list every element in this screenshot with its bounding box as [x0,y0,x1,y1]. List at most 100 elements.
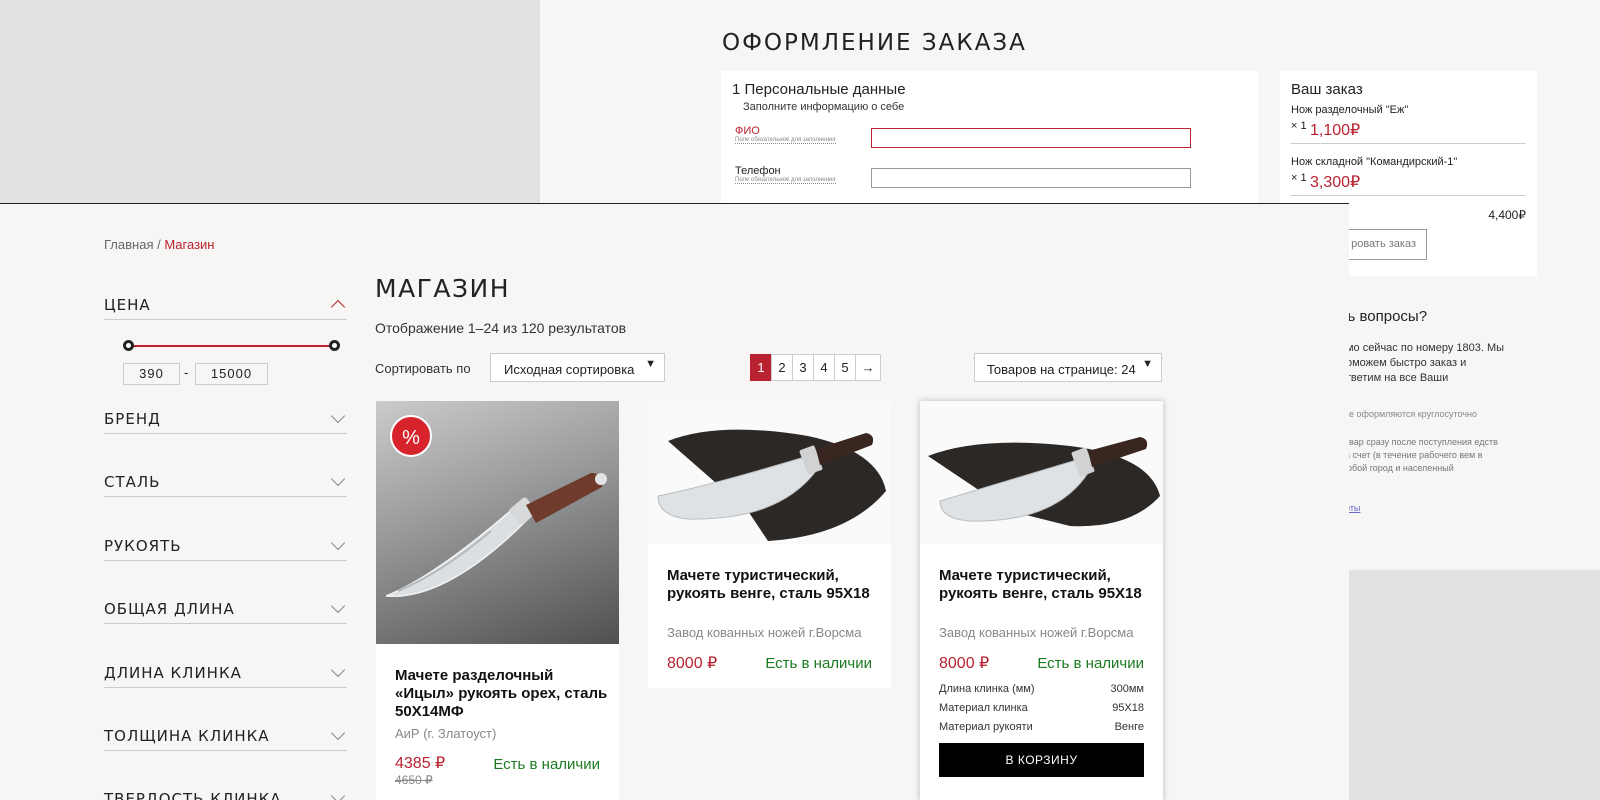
filter-label: ТВЕРДОСТЬ КЛИНКА [104,790,282,800]
per-page-select[interactable]: Товаров на странице: 24 ▼ [974,353,1162,382]
checkout-title: ОФОРМЛЕНИЕ ЗАКАЗА [722,30,1027,56]
price-min-input[interactable]: 390 [123,363,180,385]
filter-blade-hardness[interactable]: ТВЕРДОСТЬ КЛИНКА [104,784,347,800]
order-item-price: 3,300₽ [1310,174,1361,191]
filter-label: РУКОЯТЬ [104,537,182,555]
filter-label: ЦЕНА [104,296,151,314]
product-attribute: Длина клинка (мм) 300мм [939,683,1144,695]
product-attribute: Материал клинка 95Х18 [939,702,1144,714]
chevron-down-icon [330,598,346,614]
price-slider-min-handle[interactable] [123,340,134,351]
filter-label: ОБЩАЯ ДЛИНА [104,600,235,618]
filter-handle[interactable]: РУКОЯТЬ [104,531,347,561]
step-subtitle: Заполните информацию о себе [743,101,905,113]
page-button-4[interactable]: 4 [813,354,835,381]
price-max-input[interactable]: 15000 [195,363,268,385]
product-name[interactable]: Мачете разделочный «Ицыл» рукоять орех, … [395,667,610,721]
stock-status: Есть в наличии [493,756,600,773]
order-item-name: Нож разделочный "Еж" [1291,104,1409,116]
filter-price[interactable]: ЦЕНА [104,290,347,320]
questions-note: йте оформляются круглосуточно [1340,409,1478,419]
add-to-cart-button[interactable]: В КОРЗИНУ [939,743,1144,777]
pagination: 1 2 3 4 5 → [750,354,881,381]
order-item: Нож складной "Командирский-1" × 1 3,300₽ [1291,156,1526,196]
chevron-up-icon [330,299,346,315]
order-item-qty: × 1 [1291,172,1307,184]
filter-brand[interactable]: БРЕНД [104,404,347,434]
breadcrumb-separator: / [153,237,165,252]
chevron-down-icon [330,662,346,678]
breadcrumb: Главная / Магазин [104,237,214,252]
product-old-price: 4650 ₽ [395,773,433,787]
order-item-price: 1,100₽ [1310,122,1361,139]
machete-image [657,429,886,541]
chevron-down-icon [330,725,346,741]
attribute-value: 300мм [1110,683,1144,695]
page-button-3[interactable]: 3 [792,354,814,381]
attribute-label: Длина клинка (мм) [939,683,1035,695]
product-card[interactable]: % Мачете разделочный «Ицыл» рукоять орех… [376,401,619,800]
product-price: 8000 ₽ [939,655,990,672]
attribute-label: Материал рукояти [939,721,1033,733]
product-image[interactable] [648,401,891,544]
step-title: 1 Персональные данные [732,81,906,98]
product-name[interactable]: Мачете туристический, рукоять венге, ста… [939,567,1154,603]
product-image[interactable]: % [376,401,619,644]
questions-text: ямо сейчас по номеру 1803. Мы поможем бы… [1340,342,1505,384]
fio-field[interactable] [871,128,1191,148]
machete-image [928,437,1160,527]
filter-blade-thickness[interactable]: ТОЛЩИНА КЛИНКА [104,721,347,751]
product-card[interactable]: Мачете туристический, рукоять венге, ста… [648,401,891,688]
product-brand: АиР (г. Златоуст) [395,726,497,741]
fio-label: ФИО [735,125,760,137]
page-button-2[interactable]: 2 [771,354,793,381]
order-item-qty: × 1 [1291,120,1307,132]
filter-total-length[interactable]: ОБЩАЯ ДЛИНА [104,594,347,624]
order-title: Ваш заказ [1291,81,1363,98]
chevron-down-icon [330,788,346,800]
attribute-value: 95Х18 [1112,702,1144,714]
phone-label: Телефон [735,165,781,177]
sort-select-value: Исходная сортировка [504,362,635,377]
filter-label: ДЛИНА КЛИНКА [104,664,242,682]
order-item: Нож разделочный "Еж" × 1 1,100₽ [1291,104,1526,144]
questions-title: сь вопросы? [1340,308,1428,325]
breadcrumb-current: Магазин [164,237,215,252]
breadcrumb-home[interactable]: Главная [104,237,153,252]
price-slider-track[interactable] [127,345,335,347]
dropdown-arrow-icon: ▼ [645,358,656,370]
questions-delivery-text: товар сразу после поступления едств на с… [1340,437,1498,473]
dropdown-arrow-icon: ▼ [1142,358,1153,370]
stock-status: Есть в наличии [765,655,872,672]
page-button-1[interactable]: 1 [750,354,772,381]
attribute-label: Материал клинка [939,702,1028,714]
filter-steel[interactable]: СТАЛЬ [104,467,347,497]
filter-label: ТОЛЩИНА КЛИНКА [104,727,270,745]
per-page-value: Товаров на странице: 24 [987,362,1136,377]
order-total: 4,400₽ [1488,208,1526,222]
page-button-5[interactable]: 5 [834,354,856,381]
product-name[interactable]: Мачете туристический, рукоять венге, ста… [667,567,882,603]
phone-hint: Поле обязательное для заполнения [735,177,836,184]
stock-status: Есть в наличии [1037,655,1144,672]
attribute-value: Венге [1114,721,1144,733]
questions-block: сь вопросы? ямо сейчас по номеру 1803. М… [1340,308,1520,513]
phone-field[interactable] [871,168,1191,188]
product-card[interactable]: Мачете туристический, рукоять венге, ста… [920,401,1163,800]
fio-hint: Поле обязательное для заполнения [735,137,836,144]
chevron-down-icon [330,408,346,424]
sort-select[interactable]: Исходная сортировка ▼ [490,353,665,382]
personal-data-section: 1 Персональные данные Заполните информац… [721,71,1258,211]
filter-blade-length[interactable]: ДЛИНА КЛИНКА [104,658,347,688]
product-image[interactable] [920,401,1163,544]
chevron-down-icon [330,535,346,551]
sale-badge: % [390,415,432,457]
next-page-arrow-icon[interactable]: → [855,354,881,381]
product-price: 8000 ₽ [667,655,718,672]
filter-label: БРЕНД [104,410,161,428]
result-count: Отображение 1–24 из 120 результатов [375,320,627,336]
price-range-dash: - [184,365,189,380]
price-slider-max-handle[interactable] [329,340,340,351]
product-brand: Завод кованных ножей г.Ворсма [939,625,1134,640]
product-attribute: Материал рукояти Венге [939,721,1144,733]
